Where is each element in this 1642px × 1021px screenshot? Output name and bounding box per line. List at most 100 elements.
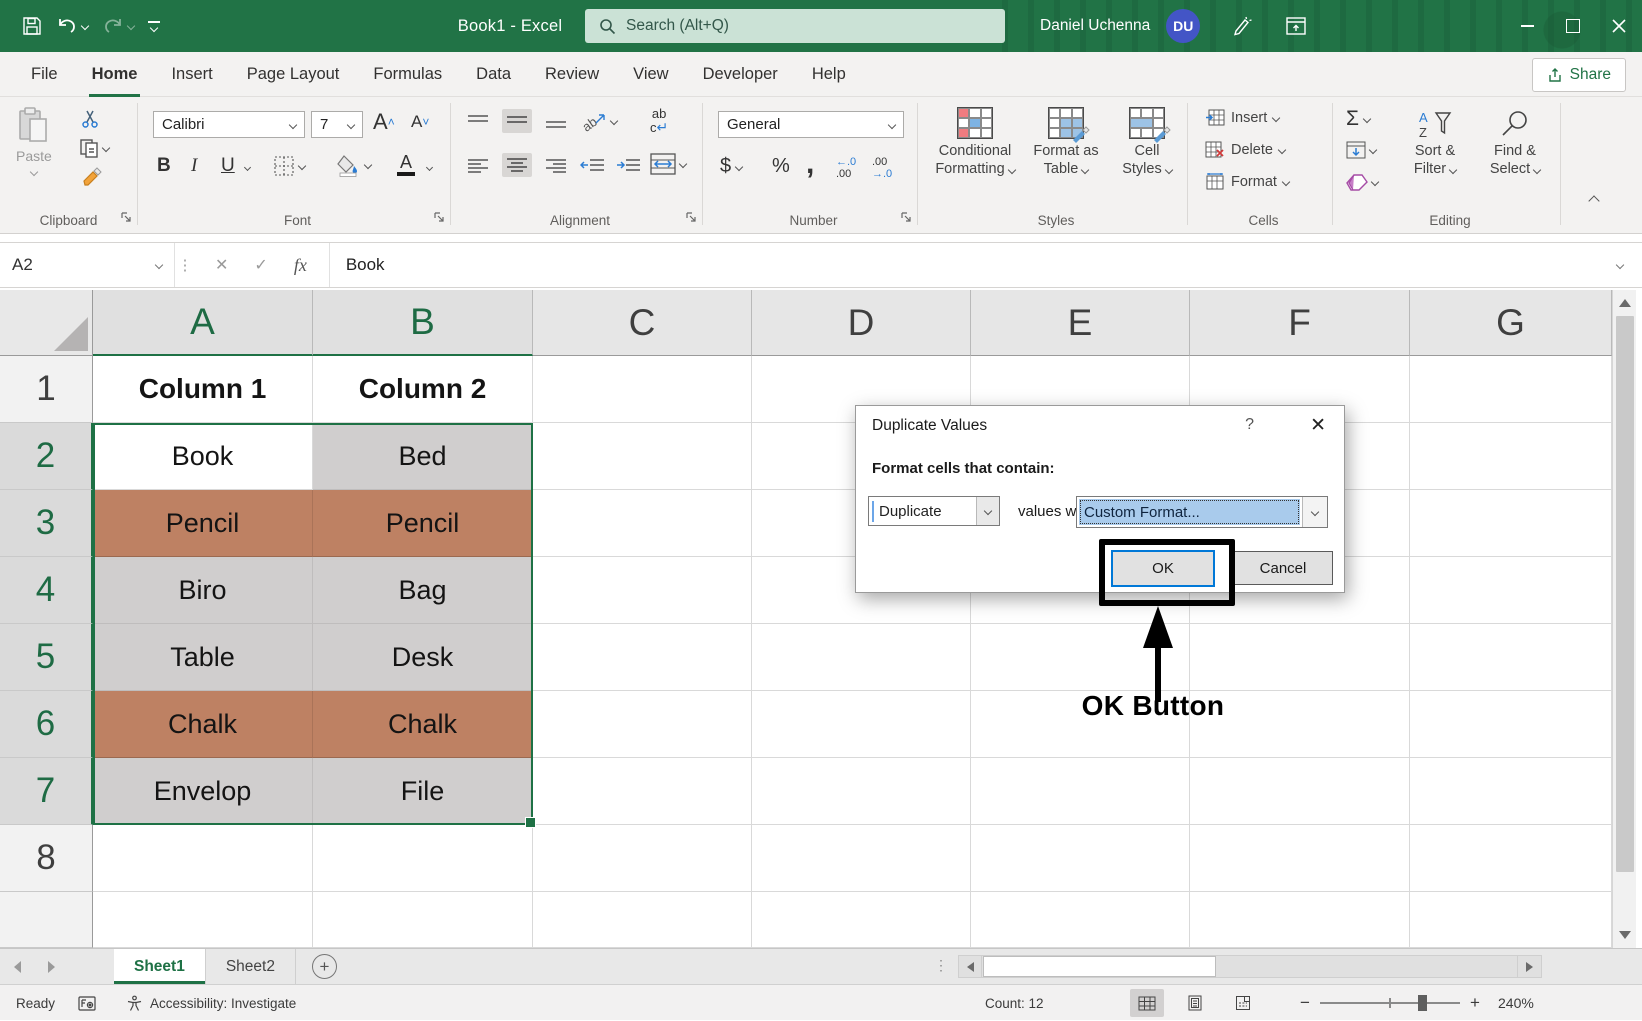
zoom-slider-thumb[interactable] [1418,995,1427,1011]
maximize-button[interactable] [1550,0,1596,52]
format-cells-button[interactable]: Format [1205,173,1289,190]
percent-format-icon[interactable]: % [772,155,790,178]
bottom-align-icon[interactable] [544,113,568,131]
column-header-E[interactable]: E [971,290,1190,356]
font-color-icon[interactable]: A [397,153,415,176]
format-dropdown-icon[interactable] [1302,497,1327,527]
alignment-dialog-launcher-icon[interactable] [685,211,698,228]
cell-C5[interactable] [533,624,752,691]
row-header-1[interactable]: 1 [0,356,93,423]
share-button[interactable]: Share [1532,58,1626,92]
row-header-7[interactable]: 7 [0,758,93,825]
zoom-slider[interactable] [1320,1002,1460,1004]
tab-file[interactable]: File [14,52,75,97]
cell-D8[interactable] [752,825,971,892]
clear-icon[interactable] [1346,173,1378,191]
formula-bar-resize-handle[interactable]: ⋮ [175,243,193,287]
delete-cells-button[interactable]: Delete [1205,141,1285,158]
tabbar-resize-handle[interactable]: ⋮ [934,957,946,974]
cell-D6[interactable] [752,691,971,758]
cell-A8[interactable] [93,825,313,892]
minimize-button[interactable] [1504,0,1550,52]
ribbon-display-options-icon[interactable] [1286,17,1306,35]
vertical-scrollbar-thumb[interactable] [1616,316,1634,872]
font-dialog-launcher-icon[interactable] [433,211,446,228]
cut-icon[interactable] [80,109,100,129]
zoom-out-button[interactable]: − [1300,993,1310,1013]
cell-G2[interactable] [1410,423,1612,490]
bold-button[interactable]: B [157,155,171,177]
cell-A6[interactable]: Chalk [93,691,313,758]
ok-button[interactable]: OK [1111,550,1215,587]
cell-G1[interactable] [1410,356,1612,423]
increase-decimal-icon[interactable]: ←.0.00 [836,157,856,180]
scroll-left-icon[interactable] [959,956,982,977]
cell-G4[interactable] [1410,557,1612,624]
cell-B3[interactable]: Pencil [313,490,533,557]
scroll-down-icon[interactable] [1613,924,1637,946]
new-sheet-button[interactable]: + [312,954,337,979]
cell-C3[interactable] [533,490,752,557]
cell-A1[interactable]: Column 1 [93,356,313,423]
cancel-button[interactable]: Cancel [1233,551,1333,585]
cell-A4[interactable]: Biro [93,557,313,624]
cell-G8[interactable] [1410,825,1612,892]
cell-C1[interactable] [533,356,752,423]
avatar[interactable]: DU [1166,9,1200,43]
underline-button[interactable]: U [221,155,235,177]
decrease-indent-icon[interactable] [580,157,606,175]
row-header-4[interactable]: 4 [0,557,93,624]
name-box[interactable]: A2 [0,243,175,287]
conditional-formatting-button[interactable]: ConditionalFormatting [927,107,1023,178]
cell-F7[interactable] [1190,758,1410,825]
search-bar[interactable]: Search (Alt+Q) [585,9,1005,43]
format-as-table-button[interactable]: Format asTable [1025,107,1107,178]
cell-C7[interactable] [533,758,752,825]
cell-C6[interactable] [533,691,752,758]
redo-button[interactable] [102,16,134,36]
find-select-button[interactable]: Find &Select [1478,109,1552,178]
dialog-help-icon[interactable]: ? [1245,416,1254,434]
wrap-text-icon[interactable]: abc↵ [650,107,668,134]
cell-partial-C[interactable] [533,892,752,948]
currency-format-icon[interactable]: $ [720,155,742,178]
cell-B8[interactable] [313,825,533,892]
increase-indent-icon[interactable] [616,157,642,175]
number-dialog-launcher-icon[interactable] [900,211,913,228]
cell-F5[interactable] [1190,624,1410,691]
cell-partial-F[interactable] [1190,892,1410,948]
tab-view[interactable]: View [616,52,685,97]
undo-button[interactable] [56,16,88,36]
merge-center-icon[interactable] [650,153,686,175]
decrease-font-icon[interactable]: A˅ [411,112,429,132]
column-header-G[interactable]: G [1410,290,1612,356]
align-left-icon[interactable] [466,157,490,175]
macro-record-icon[interactable] [78,985,96,1021]
copy-icon[interactable] [78,137,109,159]
comma-format-icon[interactable]: , [806,147,814,181]
dialog-close-icon[interactable]: ✕ [1310,414,1326,437]
column-header-B[interactable]: B [313,290,533,356]
cell-styles-button[interactable]: CellStyles [1111,107,1183,178]
user-name[interactable]: Daniel Uchenna [1040,17,1150,35]
customize-quick-access-icon[interactable] [148,21,160,31]
top-align-icon[interactable] [466,113,490,131]
tab-help[interactable]: Help [795,52,863,97]
cell-C4[interactable] [533,557,752,624]
row-header-3[interactable]: 3 [0,490,93,557]
row-header-6[interactable]: 6 [0,691,93,758]
tab-home[interactable]: Home [75,52,155,97]
cell-partial-G[interactable] [1410,892,1612,948]
cell-A3[interactable]: Pencil [93,490,313,557]
cell-E7[interactable] [971,758,1190,825]
row-header-8[interactable]: 8 [0,825,93,892]
sheet-tab-sheet1[interactable]: Sheet1 [114,949,206,984]
format-painter-icon[interactable] [80,165,104,189]
cell-B7[interactable]: File [313,758,533,825]
cell-F8[interactable] [1190,825,1410,892]
orientation-icon[interactable]: ab [582,109,617,133]
collapse-ribbon-icon[interactable] [1590,197,1598,205]
horizontal-scrollbar-thumb[interactable] [983,956,1216,977]
paste-dropdown-icon[interactable] [30,167,38,175]
zoom-in-button[interactable]: + [1470,993,1480,1013]
